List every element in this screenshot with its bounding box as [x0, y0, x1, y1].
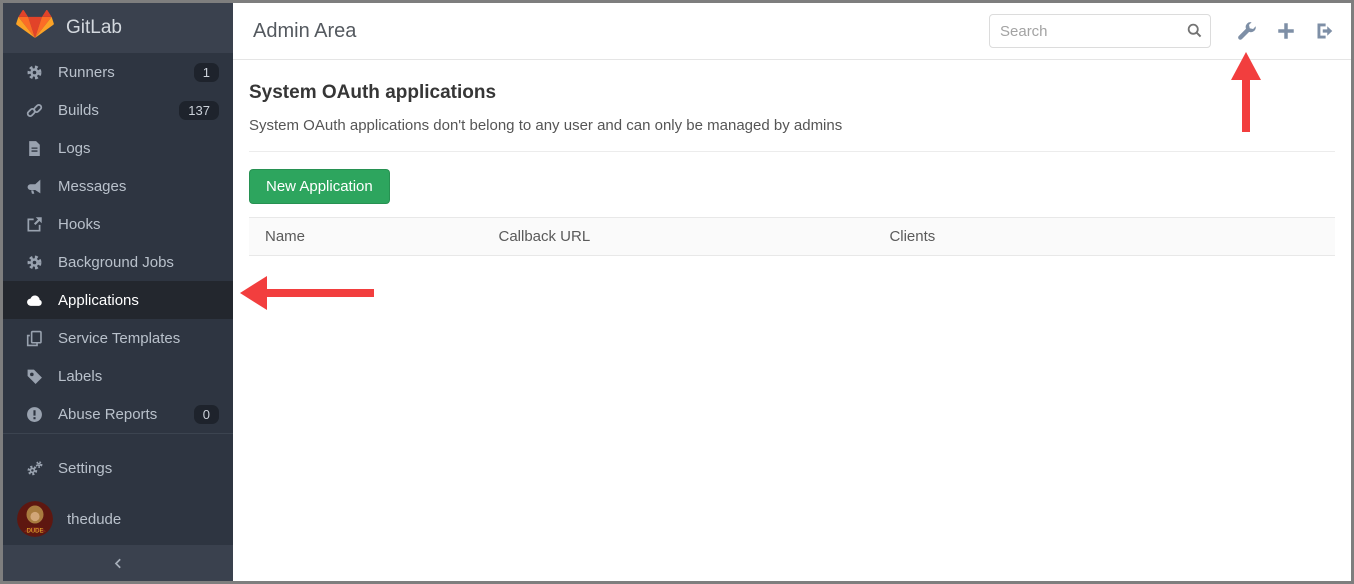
- gitlab-admin-window: { "colors": { "sidebar_bg": "#2e3541", "…: [0, 0, 1354, 584]
- sidebar-item-label: Abuse Reports: [58, 406, 157, 423]
- sidebar-item-label: Background Jobs: [58, 254, 174, 271]
- logo-title: GitLab: [66, 17, 122, 39]
- sidebar-item-label: Service Templates: [58, 330, 180, 347]
- sidebar-item-settings[interactable]: Settings: [3, 449, 233, 487]
- plus-icon: [1276, 21, 1296, 41]
- table-header-row: Name Callback URL Clients: [249, 218, 1335, 256]
- sidebar-item-badge: 0: [194, 405, 219, 424]
- sidebar-item-abuse-reports[interactable]: Abuse Reports 0: [3, 395, 233, 433]
- sidebar: GitLab Runners 1 Builds 137 Logs Message…: [3, 3, 233, 581]
- external-link-icon: [25, 216, 43, 233]
- user-name: thedude: [67, 511, 121, 528]
- file-icon: [25, 140, 43, 157]
- main-header: Admin Area: [233, 3, 1351, 60]
- sidebar-item-label: Labels: [58, 368, 102, 385]
- cog-icon: [25, 64, 43, 81]
- sidebar-item-label: Applications: [58, 292, 139, 309]
- copy-icon: [25, 330, 43, 347]
- sidebar-item-badge: 1: [194, 63, 219, 82]
- sidebar-item-label: Hooks: [58, 216, 101, 233]
- link-icon: [25, 102, 43, 119]
- sidebar-item-builds[interactable]: Builds 137: [3, 91, 233, 129]
- sidebar-item-applications[interactable]: Applications: [3, 281, 233, 319]
- sidebar-item-service-templates[interactable]: Service Templates: [3, 319, 233, 357]
- svg-text:DUDE: DUDE: [26, 529, 43, 535]
- sidebar-item-badge: 137: [179, 101, 219, 120]
- sidebar-collapse-button[interactable]: [3, 545, 233, 581]
- cloud-icon: [25, 292, 43, 309]
- sidebar-item-label: Logs: [58, 140, 91, 157]
- tag-icon: [25, 368, 43, 385]
- sign-out-icon: [1315, 21, 1335, 41]
- sidebar-item-runners[interactable]: Runners 1: [3, 53, 233, 91]
- sidebar-item-label: Builds: [58, 102, 99, 119]
- sidebar-item-logs[interactable]: Logs: [3, 129, 233, 167]
- user-menu[interactable]: DUDE thedude: [3, 493, 233, 545]
- oauth-applications-table: Name Callback URL Clients: [249, 217, 1335, 256]
- section-heading: System OAuth applications: [249, 82, 1335, 104]
- table-column-header: Name: [249, 218, 482, 256]
- divider: [249, 151, 1335, 152]
- section-description: System OAuth applications don't belong t…: [249, 117, 1335, 134]
- sidebar-nav: Runners 1 Builds 137 Logs Messages Hooks…: [3, 53, 233, 433]
- main-area: Admin Area System OAuth applications Sys…: [233, 3, 1351, 581]
- search-input[interactable]: [989, 14, 1211, 48]
- new-item-button[interactable]: [1276, 21, 1296, 41]
- content: System OAuth applications System OAuth a…: [233, 60, 1351, 256]
- header-icons: [1237, 21, 1335, 41]
- avatar: DUDE: [17, 501, 53, 537]
- table-column-header: Callback URL: [482, 218, 873, 256]
- sign-out-button[interactable]: [1315, 21, 1335, 41]
- exclamation-circle-icon: [25, 406, 43, 423]
- cog-icon: [25, 254, 43, 271]
- bullhorn-icon: [25, 178, 43, 195]
- page-title: Admin Area: [253, 20, 356, 43]
- wrench-icon: [1237, 21, 1257, 41]
- sidebar-item-label: Messages: [58, 178, 126, 195]
- sidebar-header[interactable]: GitLab: [3, 3, 233, 53]
- sidebar-item-hooks[interactable]: Hooks: [3, 205, 233, 243]
- table-column-header: Clients: [873, 218, 1335, 256]
- sidebar-item-label: Runners: [58, 64, 115, 81]
- search-box: [989, 14, 1211, 48]
- sidebar-footer: Settings DUDE thedude: [3, 433, 233, 545]
- admin-wrench-button[interactable]: [1237, 21, 1257, 41]
- gitlab-logo-icon: [16, 10, 54, 46]
- sidebar-item-labels[interactable]: Labels: [3, 357, 233, 395]
- chevron-left-icon: [111, 556, 126, 571]
- sidebar-item-background-jobs[interactable]: Background Jobs: [3, 243, 233, 281]
- sidebar-item-messages[interactable]: Messages: [3, 167, 233, 205]
- sidebar-item-label: Settings: [58, 460, 112, 477]
- cogs-icon: [25, 460, 43, 477]
- new-application-button[interactable]: New Application: [249, 169, 390, 204]
